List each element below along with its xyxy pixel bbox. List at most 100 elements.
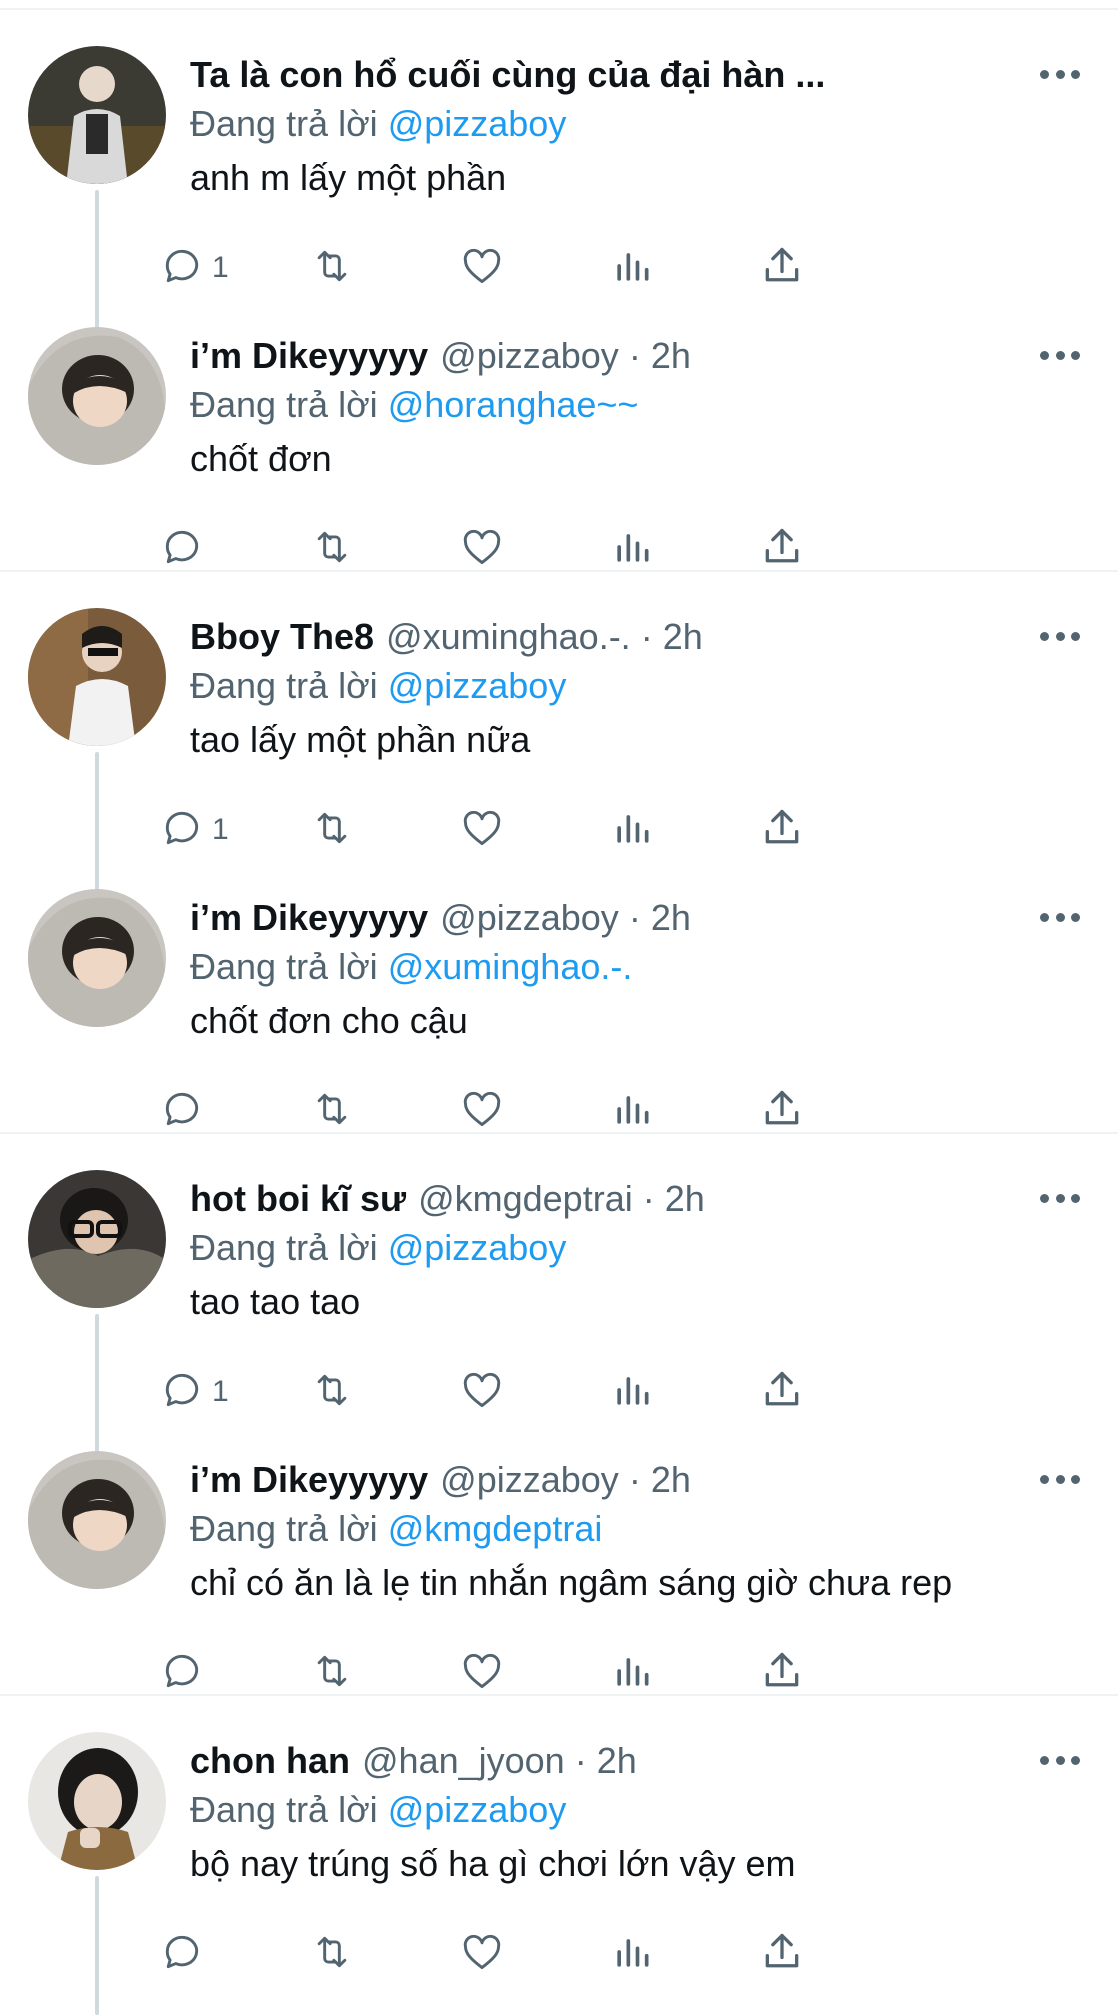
display-name[interactable]: Ta là con hổ cuối cùng của đại hàn ...: [190, 54, 825, 96]
replying-to-label: Đang trả lời: [190, 1508, 378, 1549]
timestamp[interactable]: 2h: [651, 1459, 691, 1501]
views-button[interactable]: [610, 1366, 654, 1418]
retweet-button[interactable]: [310, 242, 354, 294]
like-button[interactable]: [460, 1085, 504, 1137]
mention-link[interactable]: @kmgdeptrai: [388, 1508, 603, 1549]
tweet-body: Ta là con hổ cuối cùng của đại hàn ... Đ…: [190, 54, 1088, 208]
replying-to: Đang trả lời @horanghae~~: [190, 381, 1088, 429]
avatar[interactable]: [28, 608, 166, 746]
display-name[interactable]: i’m Dikeyyyyy: [190, 335, 428, 377]
views-icon: [610, 244, 654, 293]
views-button[interactable]: [610, 1928, 654, 1980]
retweet-button[interactable]: [310, 1647, 354, 1699]
display-name[interactable]: chon han: [190, 1740, 350, 1782]
reply-thread: Ta là con hổ cuối cùng của đại hàn ... Đ…: [0, 10, 1118, 572]
heart-icon: [460, 1649, 504, 1698]
tweet[interactable]: i’m Dikeyyyyy @pizzaboy · 2h Đang trả lời @…: [0, 291, 1118, 572]
more-options-icon[interactable]: [1040, 351, 1080, 363]
avatar[interactable]: [28, 1170, 166, 1308]
user-handle[interactable]: @kmgdeptrai: [418, 1178, 633, 1220]
share-button[interactable]: [760, 1928, 804, 1980]
like-button[interactable]: [460, 242, 504, 294]
retweet-button[interactable]: [310, 1085, 354, 1137]
views-button[interactable]: [610, 523, 654, 575]
tweet[interactable]: hot boi kĩ sư @kmgdeptrai · 2h Đang trả lời…: [0, 1134, 1118, 1453]
mention-link[interactable]: @pizzaboy: [388, 1789, 567, 1830]
mention-link[interactable]: @xuminghao.-.: [388, 946, 633, 987]
reply-thread: chon han @han_jyoon · 2h Đang trả lời @pizz…: [0, 1696, 1118, 2015]
tweet[interactable]: i’m Dikeyyyyy @pizzaboy · 2h Đang trả lời @…: [0, 1415, 1118, 1696]
user-handle[interactable]: @pizzaboy: [440, 335, 619, 377]
timestamp[interactable]: 2h: [597, 1740, 637, 1782]
share-button[interactable]: [760, 523, 804, 575]
mention-link[interactable]: @pizzaboy: [388, 103, 567, 144]
more-options-icon[interactable]: [1040, 913, 1080, 925]
timestamp[interactable]: 2h: [665, 1178, 705, 1220]
reply-button[interactable]: [160, 1928, 204, 1980]
more-options-icon[interactable]: [1040, 1475, 1080, 1487]
reply-thread: hot boi kĩ sư @kmgdeptrai · 2h Đang trả lời…: [0, 1134, 1118, 1696]
mention-link[interactable]: @pizzaboy: [388, 665, 567, 706]
like-button[interactable]: [460, 804, 504, 856]
user-handle[interactable]: @xuminghao.-.: [386, 616, 631, 658]
retweet-button[interactable]: [310, 1928, 354, 1980]
reply-button[interactable]: 1: [160, 804, 229, 856]
reply-button[interactable]: 1: [160, 242, 229, 294]
retweet-button[interactable]: [310, 804, 354, 856]
separator-dot: ·: [628, 1459, 641, 1500]
display-name[interactable]: i’m Dikeyyyyy: [190, 897, 428, 939]
retweet-button[interactable]: [310, 523, 354, 575]
reply-button[interactable]: [160, 523, 204, 575]
reply-button[interactable]: 1: [160, 1366, 229, 1418]
more-options-icon[interactable]: [1040, 1194, 1080, 1206]
display-name[interactable]: Bboy The8: [190, 616, 374, 658]
mention-link[interactable]: @horanghae~~: [388, 384, 639, 425]
share-icon: [760, 1087, 804, 1136]
tweet-text: chốt đơn cho cậu: [190, 1000, 468, 1041]
tweet[interactable]: Ta là con hổ cuối cùng của đại hàn ... Đ…: [0, 10, 1118, 329]
share-button[interactable]: [760, 1085, 804, 1137]
retweet-icon: [310, 1368, 354, 1417]
views-button[interactable]: [610, 804, 654, 856]
tweet-header: i’m Dikeyyyyy @pizzaboy · 2h: [190, 897, 1088, 943]
avatar[interactable]: [28, 327, 166, 465]
avatar[interactable]: [28, 46, 166, 184]
retweet-button[interactable]: [310, 1366, 354, 1418]
tweet[interactable]: i’m Dikeyyyyy @pizzaboy · 2h Đang trả lời @…: [0, 853, 1118, 1134]
reply-button[interactable]: [160, 1647, 204, 1699]
replying-to-label: Đang trả lời: [190, 1227, 378, 1268]
timestamp[interactable]: 2h: [663, 616, 703, 658]
reply-button[interactable]: [160, 1085, 204, 1137]
views-button[interactable]: [610, 1085, 654, 1137]
display-name[interactable]: i’m Dikeyyyyy: [190, 1459, 428, 1501]
like-button[interactable]: [460, 1647, 504, 1699]
more-options-icon[interactable]: [1040, 632, 1080, 644]
tweet[interactable]: Bboy The8 @xuminghao.-. · 2h Đang trả lời @…: [0, 572, 1118, 891]
tweet-text: tao lấy một phần nữa: [190, 719, 531, 760]
views-button[interactable]: [610, 242, 654, 294]
user-handle[interactable]: @han_jyoon: [362, 1740, 565, 1782]
user-handle[interactable]: @pizzaboy: [440, 897, 619, 939]
share-button[interactable]: [760, 1366, 804, 1418]
avatar[interactable]: [28, 1732, 166, 1870]
like-button[interactable]: [460, 1928, 504, 1980]
tweet-text: tao tao tao: [190, 1281, 361, 1322]
more-options-icon[interactable]: [1040, 70, 1080, 82]
share-button[interactable]: [760, 804, 804, 856]
timestamp[interactable]: 2h: [651, 335, 691, 377]
share-button[interactable]: [760, 242, 804, 294]
mention-link[interactable]: @pizzaboy: [388, 1227, 567, 1268]
like-button[interactable]: [460, 1366, 504, 1418]
avatar[interactable]: [28, 1451, 166, 1589]
timestamp[interactable]: 2h: [651, 897, 691, 939]
retweet-icon: [310, 806, 354, 855]
separator-dot: ·: [640, 616, 653, 657]
more-options-icon[interactable]: [1040, 1756, 1080, 1768]
like-button[interactable]: [460, 523, 504, 575]
user-handle[interactable]: @pizzaboy: [440, 1459, 619, 1501]
views-button[interactable]: [610, 1647, 654, 1699]
avatar[interactable]: [28, 889, 166, 1027]
share-button[interactable]: [760, 1647, 804, 1699]
display-name[interactable]: hot boi kĩ sư: [190, 1178, 406, 1220]
tweet[interactable]: chon han @han_jyoon · 2h Đang trả lời @pizz…: [0, 1696, 1118, 2015]
